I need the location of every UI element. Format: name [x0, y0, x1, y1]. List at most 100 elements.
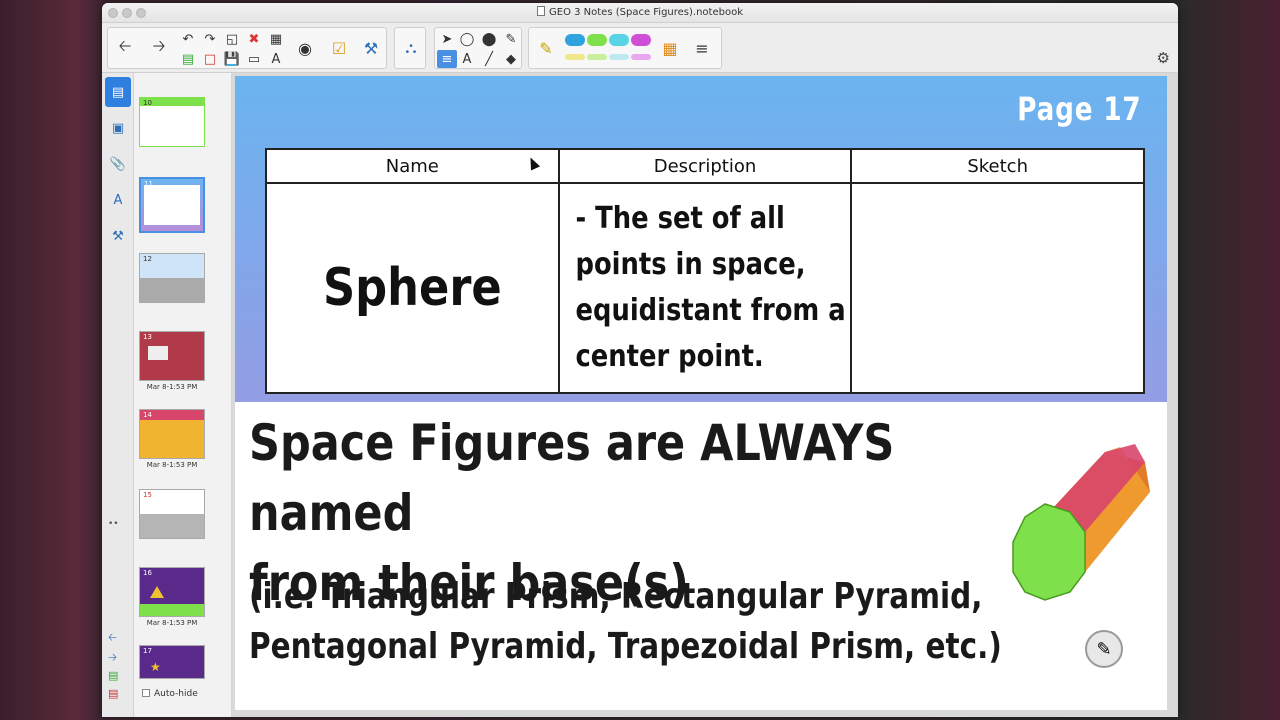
notebook-page[interactable]: Page 17 Name Description Sketch Sphere -… — [235, 76, 1167, 710]
autohide-label: Auto-hide — [154, 689, 198, 699]
page-sorter-icon[interactable]: ▤ — [105, 77, 131, 107]
pen-color-green-swatch[interactable] — [587, 34, 607, 46]
text-select-icon[interactable]: ≡ — [437, 50, 457, 68]
overlay-examples: (i.e. Triangular Prism, Rectangular Pyra… — [249, 572, 1036, 672]
addons-icon[interactable]: ⚒ — [358, 28, 384, 68]
capture-icon[interactable]: ⛬ — [398, 28, 424, 68]
toolbar: 🡠 🡢 ↶ ↷ ◱ ✖ ▦ ▤ □ 💾 ▭ A ◉ ☑ ⚒ ⛬ ➤ ◯ ⬤ ✎ … — [102, 23, 1178, 85]
doc-camera-icon[interactable]: ◉ — [292, 28, 318, 68]
open-icon[interactable]: ▤ — [178, 50, 198, 68]
gear-icon[interactable]: ⚙ — [1157, 49, 1170, 67]
page-thumbnail[interactable]: 14 — [139, 409, 205, 459]
delete-page-icon[interactable]: ▤ — [108, 687, 118, 700]
page-thumbnail[interactable]: 12 — [139, 253, 205, 303]
select-icon[interactable]: ➤ — [437, 30, 457, 48]
description-cell[interactable]: - The set of all points in space, equidi… — [557, 182, 853, 394]
forward-icon[interactable]: 🡢 — [146, 28, 172, 68]
eraser-icon[interactable]: ✎ — [501, 30, 521, 48]
delete-icon[interactable]: ✖ — [244, 30, 264, 48]
table-header-description: Description — [557, 148, 853, 184]
thumbnail-number: 14 — [143, 411, 152, 419]
screen-shade-icon[interactable]: ▭ — [244, 50, 264, 68]
back-icon[interactable]: 🡠 — [112, 28, 138, 68]
figures-table[interactable]: Name Description Sketch Sphere - The set… — [265, 148, 1145, 394]
thumbnail-number: 15 — [143, 491, 152, 499]
toolbar-group-pens: ✎ ▦ ≡ — [528, 27, 722, 69]
toolbar-group-tools: ➤ ◯ ⬤ ✎ ≡ A ╱ ◆ — [434, 27, 522, 69]
table-header-sketch: Sketch — [850, 148, 1145, 184]
shapes-icon[interactable]: ◯ — [457, 30, 477, 48]
thumbnail-number: 12 — [143, 255, 152, 263]
window-title: GEO 3 Notes (Space Figures).notebook — [102, 6, 1178, 18]
pen-color-cyan-swatch[interactable] — [609, 34, 629, 46]
highlighter-green-swatch[interactable] — [587, 54, 607, 60]
fill-icon[interactable]: ⬤ — [479, 30, 499, 48]
response-icon[interactable]: ☑ — [326, 28, 352, 68]
line-icon[interactable]: ╱ — [479, 50, 499, 68]
page-thumbnail[interactable]: 10 — [139, 97, 205, 147]
overlay-examples-line: Pentagonal Pyramid, Trapezoidal Prism, e… — [249, 626, 1002, 667]
new-page-icon[interactable]: ◱ — [222, 30, 242, 48]
description-line: center point. — [575, 339, 764, 374]
page-thumbnail[interactable]: 13 — [139, 331, 205, 381]
thumbnail-date: Mar 8-1:53 PM — [146, 461, 198, 469]
toolbar-group-capture: ⛬ — [394, 27, 426, 69]
undo-icon[interactable]: ↶ — [178, 30, 198, 48]
add-page-icon[interactable]: ▤ — [108, 669, 118, 682]
redo-icon[interactable]: ↷ — [200, 30, 220, 48]
collapse-handle-icon[interactable]: •• — [108, 519, 119, 529]
table-row: Sphere - The set of all points in space,… — [265, 182, 1145, 394]
sidebar-addons-icon[interactable]: ⚒ — [105, 221, 131, 251]
page-number-label: Page 17 — [1016, 90, 1141, 128]
canvas-area: Page 17 Name Description Sketch Sphere -… — [232, 73, 1178, 717]
thumbnail-number: 17 — [143, 647, 152, 655]
figure-name: Sphere — [322, 258, 502, 318]
pen-color-blue-swatch[interactable] — [565, 34, 585, 46]
thumbnail-date: Mar 8-1:53 PM — [146, 383, 198, 391]
page-thumbnail[interactable]: 17 ★ — [139, 645, 205, 679]
description-line: points in space, — [575, 247, 806, 282]
sidebar-tabs: ▤ ▣ 📎 A ⚒ •• 🡠 🡢 ▤ ▤ — [102, 73, 134, 717]
properties-icon[interactable]: A — [105, 185, 131, 215]
table-icon[interactable]: ▦ — [266, 30, 286, 48]
line-style-icon[interactable]: ≡ — [689, 28, 715, 68]
thumbnail-star-icon: ★ — [150, 660, 161, 674]
highlighter-magenta-swatch[interactable] — [631, 54, 651, 60]
sketch-cell[interactable] — [850, 182, 1145, 394]
pdf-icon[interactable]: □ — [200, 50, 220, 68]
page-sorter: 10 11 12 13 Mar 8-1:53 PM 14 Mar 8-1:53 — [134, 73, 250, 717]
info-overlay[interactable]: Space Figures are ALWAYS named from thei… — [235, 402, 1167, 710]
pen-color-magenta-swatch[interactable] — [631, 34, 651, 46]
prev-page-icon[interactable]: 🡠 — [108, 629, 117, 648]
pencil-icon: ✎ — [1096, 638, 1112, 660]
thumbnail-footer — [140, 604, 204, 616]
next-page-icon[interactable]: 🡢 — [108, 649, 117, 668]
save-icon[interactable]: 💾 — [222, 50, 242, 68]
name-cell[interactable]: Sphere — [265, 182, 560, 394]
magic-eraser-icon[interactable]: ◆ — [501, 50, 521, 68]
page-thumbnail-selected[interactable]: 11 — [139, 177, 205, 233]
color-palette-icon[interactable]: ▦ — [657, 28, 683, 68]
gallery-icon[interactable]: ▣ — [105, 113, 131, 143]
table-header-name: Name — [265, 148, 560, 184]
pen-icon[interactable]: ✎ — [533, 28, 559, 68]
text-icon[interactable]: A — [457, 50, 477, 68]
thumbnail-number: 11 — [144, 180, 153, 188]
highlighter-yellow-swatch[interactable] — [565, 54, 585, 60]
page-thumbnail[interactable]: 15 — [139, 489, 205, 539]
checkbox-box[interactable] — [142, 689, 150, 697]
thumbnail-footer — [140, 278, 204, 302]
thumbnail-triangle-shape — [150, 586, 164, 598]
highlighter-cyan-swatch[interactable] — [609, 54, 629, 60]
overlay-heading-line: Space Figures are ALWAYS named — [249, 414, 895, 542]
thumbnail-number: 10 — [143, 99, 152, 107]
page-thumbnail[interactable]: 16 — [139, 567, 205, 617]
attachments-icon[interactable]: 📎 — [105, 149, 131, 179]
window-title-text: GEO 3 Notes (Space Figures).notebook — [549, 7, 743, 18]
figure-description: - The set of all points in space, equidi… — [560, 196, 850, 380]
pen-floating-button[interactable]: ✎ — [1085, 630, 1123, 668]
text-format-icon[interactable]: A — [266, 50, 286, 68]
octagonal-prism-image — [1012, 444, 1150, 601]
thumbnail-content — [144, 185, 200, 225]
autohide-checkbox[interactable]: Auto-hide — [142, 689, 198, 699]
